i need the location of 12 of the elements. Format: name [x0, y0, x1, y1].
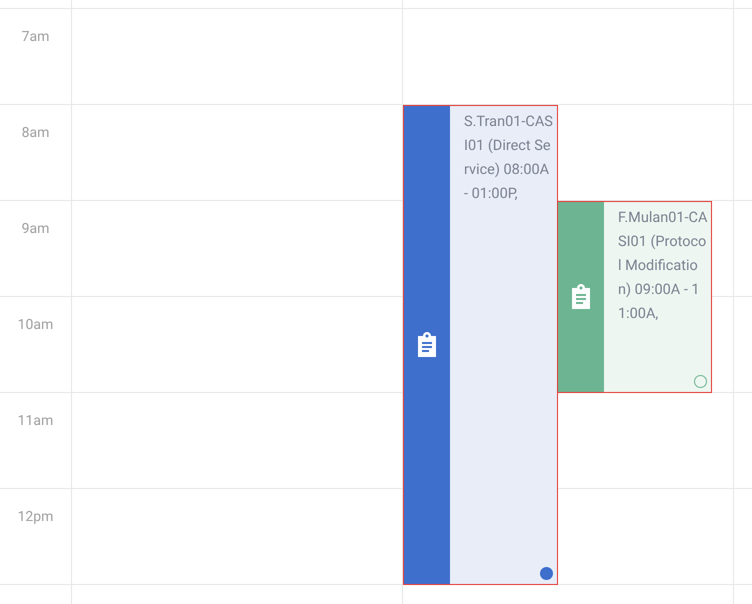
hour-label: 8am [22, 124, 50, 143]
event-title: F.Mulan01-CASI01 (Protocol Modification) 09:00A - 11:00A, [618, 208, 708, 324]
hour-label: 7am [22, 28, 50, 47]
hour-label: 12pm [18, 508, 54, 527]
calendar-event[interactable]: S.Tran01-CASI01 (Direct Service) 08:00A - 01:00P, [403, 105, 558, 585]
calendar-event[interactable]: F.Mulan01-CASI01 (Protocol Modification) 09:00A - 11:00A, [557, 201, 712, 393]
hour-label: 9am [22, 220, 50, 239]
clipboard-icon [415, 332, 439, 358]
hour-label: 11am [18, 412, 54, 431]
clipboard-icon [569, 284, 593, 310]
event-title: S.Tran01-CASI01 (Direct Service) 08:00A - 01:00P, [464, 112, 554, 204]
hour-label: 10am [18, 316, 54, 335]
